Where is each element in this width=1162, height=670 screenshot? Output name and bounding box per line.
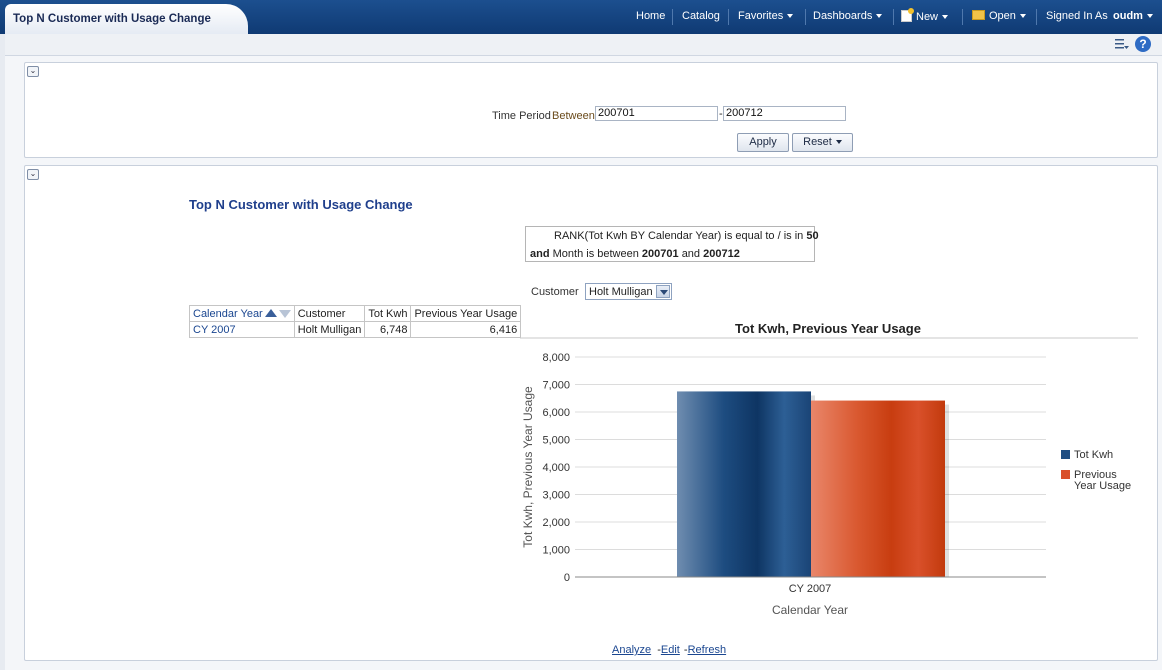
operator-label: Between — [552, 110, 595, 122]
nav-favorites[interactable]: Favorites — [738, 10, 794, 22]
filter-rank-text: RANK(Tot Kwh BY Calendar Year) is equal … — [554, 230, 804, 242]
y-tick-label: 0 — [564, 572, 570, 584]
user-name: oudm — [1113, 10, 1143, 22]
collapse-icon[interactable]: ⌄ — [27, 66, 39, 77]
column-header-label: Calendar Year — [193, 307, 263, 320]
time-period-to-input[interactable]: 200712 — [723, 106, 846, 121]
dashboard-tab[interactable]: Top N Customer with Usage Change — [5, 4, 248, 35]
y-tick-label: 5,000 — [542, 435, 570, 447]
legend-label: Tot Kwh — [1074, 449, 1113, 461]
y-axis-ticks: 0 1,000 2,000 3,000 4,000 5,000 6,000 7,000 8,00… — [542, 352, 570, 584]
nav-favorites-label: Favorites — [738, 10, 784, 22]
y-tick-label: 1,000 — [542, 545, 570, 557]
folder-icon — [972, 10, 985, 20]
analyze-link[interactable]: Analyze — [612, 644, 651, 656]
legend-swatch — [1061, 470, 1070, 479]
nav-divider — [728, 9, 729, 25]
column-header-previous-year-usage: Previous Year Usage — [410, 305, 522, 322]
y-tick-label: 2,000 — [542, 517, 570, 529]
cell-customer: Holt Mulligan — [293, 321, 366, 338]
chevron-down-icon — [942, 15, 949, 20]
time-period-from-input[interactable]: 200701 — [595, 106, 718, 121]
legend-label: Year Usage — [1074, 480, 1131, 492]
refresh-link[interactable]: Refresh — [688, 644, 727, 656]
filter-description: RANK(Tot Kwh BY Calendar Year) is equal … — [525, 226, 819, 262]
column-header-tot-kwh: Tot Kwh — [364, 305, 412, 322]
filter-rank-value: 50 — [806, 230, 819, 242]
edit-link[interactable]: Edit — [661, 644, 680, 656]
sort-descending-icon[interactable] — [278, 309, 291, 318]
legend-swatch — [1061, 450, 1070, 459]
nav-divider — [672, 9, 673, 25]
help-icon[interactable]: ? — [1135, 36, 1151, 52]
new-document-icon — [901, 8, 914, 22]
nav-new[interactable]: New — [901, 8, 949, 23]
report-links: Analyze -Edit -Refresh — [612, 644, 726, 656]
nav-catalog[interactable]: Catalog — [682, 10, 720, 22]
page-options-icon[interactable] — [1115, 38, 1129, 50]
filter-month-from: 200701 — [641, 248, 679, 260]
y-tick-label: 3,000 — [542, 490, 570, 502]
nav-divider — [1036, 9, 1037, 25]
collapse-icon[interactable]: ⌄ — [27, 169, 39, 180]
usage-bar-chart: Tot Kwh, Previous Year Usage 0 1,000 2,000… — [520, 321, 1138, 617]
apply-button[interactable]: Apply — [737, 133, 789, 152]
table-header-row: Calendar Year Customer Tot Kwh Previous … — [189, 305, 522, 322]
bar-tot-kwh[interactable] — [677, 391, 811, 577]
filter-month-to: 200712 — [703, 248, 740, 260]
time-period-label: Time Period — [492, 110, 551, 122]
cell-tot-kwh: 6,748 — [364, 321, 412, 338]
column-header-calendar-year[interactable]: Calendar Year — [189, 305, 295, 322]
table-row: CY 2007 Holt Mulligan 6,748 6,416 — [189, 321, 522, 338]
category-label: CY 2007 — [789, 583, 832, 595]
report-table: Calendar Year Customer Tot Kwh Previous … — [189, 305, 522, 338]
page-options-bar — [5, 34, 1162, 56]
x-axis-title: Calendar Year — [772, 603, 848, 617]
y-axis-title: Tot Kwh, Previous Year Usage — [521, 386, 535, 548]
nav-new-label: New — [916, 11, 939, 23]
y-tick-label: 8,000 — [542, 352, 570, 364]
signed-in-label: Signed In As — [1046, 10, 1108, 22]
sort-ascending-icon[interactable] — [264, 308, 277, 317]
nav-open[interactable]: Open — [972, 10, 1026, 22]
reset-button[interactable]: Reset — [792, 133, 853, 152]
nav-dashboards[interactable]: Dashboards — [813, 10, 883, 22]
y-tick-label: 6,000 — [542, 407, 570, 419]
nav-open-label: Open — [989, 10, 1016, 22]
calendar-year-link[interactable]: CY 2007 — [193, 324, 236, 336]
bars — [677, 391, 949, 577]
bar-previous-year-usage[interactable] — [811, 400, 945, 577]
nav-home[interactable]: Home — [636, 10, 665, 22]
nav-divider — [805, 9, 806, 25]
chevron-down-icon — [876, 14, 883, 19]
chevron-down-icon — [787, 14, 794, 19]
chevron-down-icon — [656, 285, 670, 298]
filter-and: and — [530, 248, 550, 260]
nav-divider — [893, 9, 894, 25]
chevron-down-icon — [1146, 14, 1153, 19]
filter-month-text: Month is between — [552, 248, 639, 260]
report-title: Top N Customer with Usage Change — [189, 197, 413, 212]
nav-divider — [962, 9, 963, 25]
chevron-down-icon — [835, 140, 842, 145]
filter-and-2: and — [681, 248, 701, 260]
customer-label: Customer — [531, 286, 579, 298]
column-header-customer: Customer — [293, 305, 366, 322]
y-tick-label: 4,000 — [542, 462, 570, 474]
cell-calendar-year[interactable]: CY 2007 — [189, 321, 295, 338]
chart-legend: Tot KwhPreviousYear Usage — [1061, 449, 1131, 492]
chart-title: Tot Kwh, Previous Year Usage — [735, 321, 921, 336]
dashboard-tab-title: Top N Customer with Usage Change — [13, 13, 211, 25]
cell-previous-year-usage: 6,416 — [410, 321, 522, 338]
reset-label: Reset — [803, 136, 832, 148]
nav-dashboards-label: Dashboards — [813, 10, 873, 22]
signed-in-as: Signed In As — [1046, 10, 1108, 22]
y-tick-label: 7,000 — [542, 380, 570, 392]
customer-select[interactable]: Holt Mulligan — [585, 283, 672, 300]
customer-select-value: Holt Mulligan — [589, 286, 653, 298]
user-menu[interactable]: oudm — [1113, 10, 1153, 22]
chevron-down-icon — [1019, 14, 1026, 19]
